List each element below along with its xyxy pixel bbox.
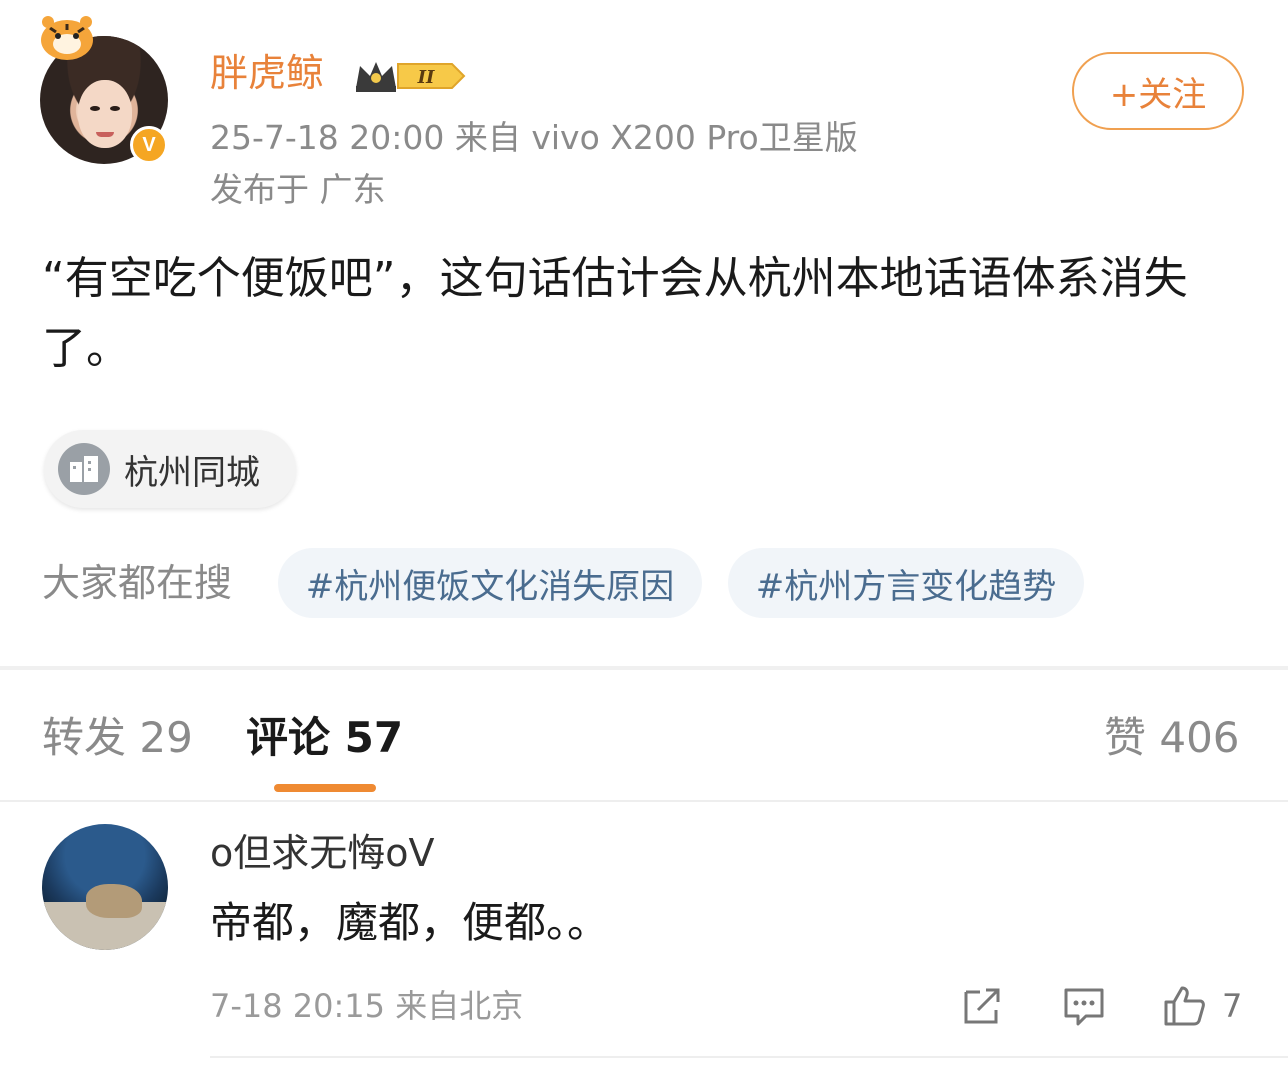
follow-button[interactable]: +关注 bbox=[1072, 52, 1244, 130]
post-location: 发布于 广东 bbox=[210, 170, 386, 209]
reply-icon[interactable] bbox=[1060, 982, 1108, 1030]
trending-search-label: 大家都在搜 bbox=[42, 561, 233, 605]
avatar-mouth bbox=[96, 132, 114, 137]
hashtag-chip[interactable]: #杭州方言变化趋势 bbox=[728, 548, 1084, 618]
verified-badge-icon: V bbox=[130, 126, 168, 164]
comment-text: 帝都，魔都，便都。。 bbox=[210, 898, 610, 947]
author-name[interactable]: 胖虎鲸 bbox=[210, 48, 324, 98]
tab-likes[interactable]: 赞 406 bbox=[1104, 710, 1240, 766]
building-icon bbox=[58, 443, 110, 495]
section-divider bbox=[0, 666, 1288, 670]
level-badge-text: II bbox=[417, 67, 435, 88]
commenter-avatar[interactable] bbox=[42, 824, 168, 950]
avatar-face bbox=[78, 80, 132, 148]
hashtag-chip[interactable]: #杭州便饭文化消失原因 bbox=[278, 548, 702, 618]
commenter-name[interactable]: o但求无悔oV bbox=[210, 828, 435, 878]
avatar-eye-left bbox=[90, 106, 100, 111]
thumbs-up-icon[interactable] bbox=[1160, 982, 1208, 1030]
city-topic-chip[interactable]: 杭州同城 bbox=[44, 430, 296, 508]
post-text: “有空吃个便饭吧”，这句话估计会从杭州本地话语体系消失了。 bbox=[42, 253, 1188, 374]
active-tab-indicator bbox=[274, 784, 376, 792]
share-icon[interactable] bbox=[958, 982, 1006, 1030]
avatar-eye-right bbox=[110, 106, 120, 111]
comment-like-count: 7 bbox=[1222, 987, 1243, 1025]
tiger-decoration-icon bbox=[41, 16, 93, 60]
tab-comments[interactable]: 评论 57 bbox=[246, 710, 403, 766]
avatar-landscape-rock bbox=[86, 884, 142, 918]
comment-divider bbox=[210, 1056, 1288, 1058]
tab-repost[interactable]: 转发 29 bbox=[42, 710, 193, 766]
comment-meta: 7-18 20:15 来自北京 bbox=[210, 987, 524, 1025]
post-time-source: 25-7-18 20:00 来自 vivo X200 Pro卫星版 bbox=[210, 118, 858, 157]
member-crown-badge-icon[interactable]: II bbox=[354, 58, 468, 94]
tabs-divider bbox=[0, 800, 1288, 802]
city-topic-label: 杭州同城 bbox=[124, 452, 260, 493]
